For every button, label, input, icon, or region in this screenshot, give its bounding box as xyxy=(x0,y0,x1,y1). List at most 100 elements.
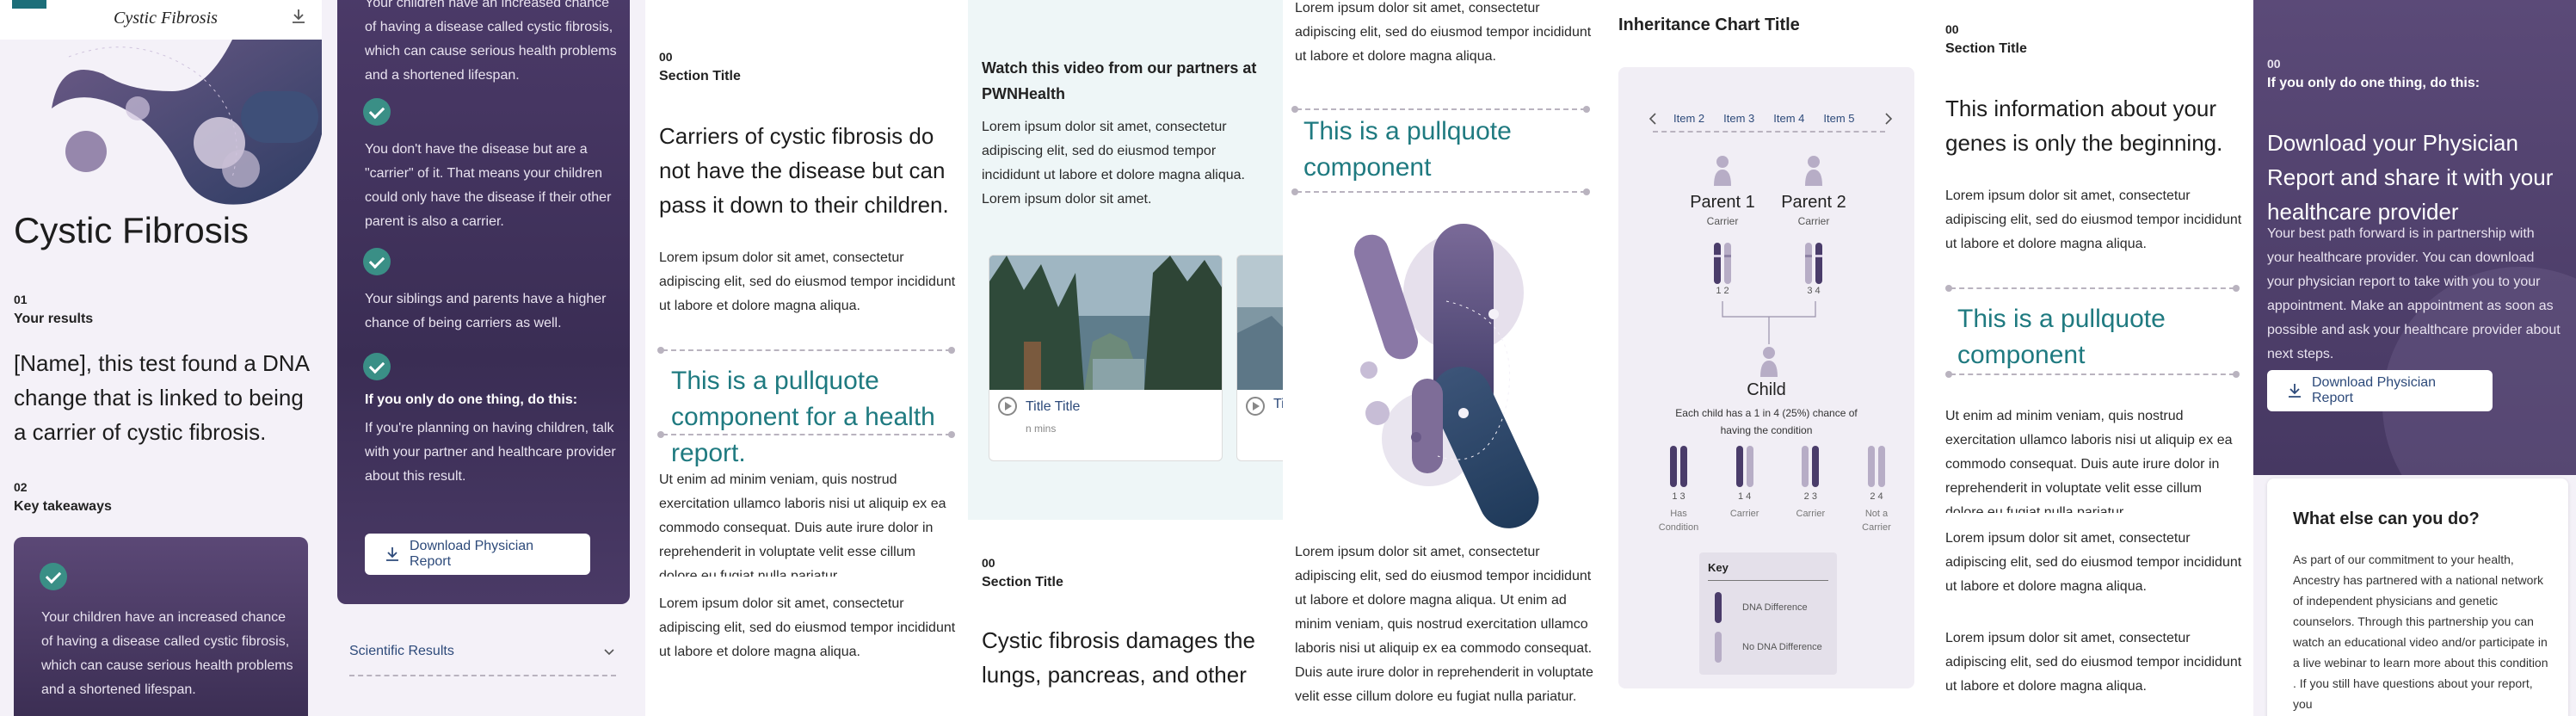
parent-role: Carrier xyxy=(1797,215,1830,227)
person-icon xyxy=(1805,156,1822,186)
video-card[interactable]: Title Title n mins xyxy=(989,255,1223,461)
tab-item[interactable]: Item 3 xyxy=(1723,112,1754,125)
chromosome-illustration xyxy=(1354,224,1539,528)
download-icon xyxy=(386,547,398,561)
divider-dot xyxy=(948,347,955,354)
one-thing-title: If you only do one thing, do this: xyxy=(365,392,578,407)
allele-label: 1 3 xyxy=(1672,491,1685,502)
panel-section-carriers: 00 Section Title Carriers of cystic fibr… xyxy=(645,0,968,716)
paragraph: Lorem ipsum dolor sit amet, consectetur … xyxy=(659,596,956,659)
tab-item[interactable]: Item 2 xyxy=(1673,112,1704,125)
chevron-left-icon[interactable] xyxy=(1648,112,1658,126)
section-number: 00 xyxy=(2267,57,2281,71)
video-card[interactable]: Title xyxy=(1236,255,1283,461)
cta-section: 00 If you only do one thing, do this: Do… xyxy=(2253,0,2576,475)
chart-key: Key DNA Difference No DNA Difference xyxy=(1699,552,1837,675)
video-thumbnail xyxy=(1237,256,1283,390)
divider xyxy=(1950,373,2234,375)
outcome-label: Carrier xyxy=(1796,509,1826,519)
divider xyxy=(1297,191,1586,193)
divider-dot xyxy=(1291,188,1298,195)
chromosome-pair-icon xyxy=(1805,243,1822,284)
key-label: DNA Difference xyxy=(1742,602,1808,613)
section-number: 02 xyxy=(14,480,28,494)
video-description: Lorem ipsum dolor sit amet, consectetur … xyxy=(982,120,1245,207)
section-title: Section Title xyxy=(982,575,1063,589)
allele-label: 1 2 xyxy=(1716,286,1729,296)
tab-list: Item 2 Item 3 Item 4 Item 5 xyxy=(1673,112,1855,125)
paragraph: Lorem ipsum dolor sit amet, consectetur … xyxy=(1945,531,2242,594)
what-else-card: What else can you do? As part of our com… xyxy=(2267,478,2568,716)
video-title: Title xyxy=(1273,397,1283,411)
button-label: Download Physician Report xyxy=(410,539,534,569)
person-icon xyxy=(1760,347,1778,377)
child-outcome: 1 4 Carrier xyxy=(1719,446,1771,534)
paragraph: Lorem ipsum dolor sit amet, consectetur … xyxy=(1295,1,1592,64)
chromosome-pair-icon xyxy=(1802,446,1820,487)
key-takeaways-card: Your children have an increased chance o… xyxy=(337,0,630,604)
outcome-label: Not a Carrier xyxy=(1862,509,1891,533)
outcome-label: Carrier xyxy=(1729,509,1759,519)
chevron-down-icon xyxy=(604,649,614,656)
download-physician-report-button[interactable]: Download Physician Report xyxy=(2267,370,2493,411)
divider xyxy=(1950,287,2234,289)
section-number: 00 xyxy=(982,556,995,570)
child-outcome: 2 4 Not a Carrier xyxy=(1851,446,1902,534)
takeaway-text: Your children have an increased chance o… xyxy=(365,0,617,83)
divider xyxy=(1708,580,1828,581)
download-physician-report-button[interactable]: Download Physician Report xyxy=(365,534,590,575)
divider-dot xyxy=(1291,106,1298,113)
divider-dot xyxy=(1583,188,1590,195)
divider xyxy=(1297,108,1586,110)
hero-illustration xyxy=(52,40,322,205)
paragraph: Ut enim ad minim veniam, quis nostrud ex… xyxy=(659,472,946,577)
person-icon xyxy=(1714,156,1731,186)
cta-eyebrow: If you only do one thing, do this: xyxy=(2267,76,2480,90)
tab-item[interactable]: Item 5 xyxy=(1823,112,1854,125)
paragraph: Ut enim ad minim veniam, quis nostrud ex… xyxy=(1945,409,2233,513)
panel-results-intro: Cystic Fibrosis Cystic Fibrosis 01 Your … xyxy=(0,0,322,716)
paragraph: Lorem ipsum dolor sit amet, consectetur … xyxy=(1295,545,1593,704)
key-label: No DNA Difference xyxy=(1742,642,1822,652)
dna-difference-swatch xyxy=(1715,592,1722,623)
chromosome-pair-icon xyxy=(1670,446,1687,487)
divider xyxy=(662,434,951,435)
card-text: As part of our commitment to your health… xyxy=(2293,552,2548,711)
chart-title: Inheritance Chart Title xyxy=(1618,15,1800,34)
children-outcomes: 1 3 Has Condition 1 4 Carrier 2 3 Carrie… xyxy=(1653,446,1902,534)
divider-dot xyxy=(2233,285,2240,292)
page-title: Cystic Fibrosis xyxy=(14,210,250,250)
section-lead: Cystic fibrosis damages the lungs, pancr… xyxy=(982,627,1255,688)
card-title: What else can you do? xyxy=(2293,509,2480,528)
section-title: Section Title xyxy=(1945,41,2027,56)
video-thumbnail xyxy=(989,256,1222,390)
chromosome-pair-icon xyxy=(1714,243,1731,284)
divider-dot xyxy=(1945,285,1952,292)
divider-dot xyxy=(657,431,664,438)
paragraph: Lorem ipsum dolor sit amet, consectetur … xyxy=(1945,188,2242,251)
takeaway-text: Your siblings and parents have a higher … xyxy=(365,292,607,330)
pullquote: This is a pullquote component xyxy=(1957,305,2166,369)
paragraph: Lorem ipsum dolor sit amet, consectetur … xyxy=(659,250,956,313)
chevron-right-icon[interactable] xyxy=(1883,112,1894,126)
scientific-results-accordion[interactable]: Scientific Results xyxy=(349,644,616,659)
check-icon xyxy=(40,563,67,590)
tab-item[interactable]: Item 4 xyxy=(1773,112,1804,125)
paragraph: Lorem ipsum dolor sit amet, consectetur … xyxy=(1945,631,2242,694)
check-icon xyxy=(363,248,391,275)
section-lead: Carriers of cystic fibrosis do not have … xyxy=(659,123,949,218)
child-name: Child xyxy=(1747,380,1786,399)
pullquote: This is a pullquote component for a heal… xyxy=(671,367,935,467)
inheritance-chart-card: Item 2 Item 3 Item 4 Item 5 Parent 1 Car… xyxy=(1618,67,1914,688)
child-note: Each child has a 1 in 4 (25%) chance of … xyxy=(1675,407,1858,436)
result-summary: [Name], this test found a DNA change tha… xyxy=(14,350,309,445)
section-title: Your results xyxy=(14,312,94,326)
takeaway-text: Your children have an increased chance o… xyxy=(41,610,293,697)
divider xyxy=(1653,131,1885,133)
section-lead: This information about your genes is onl… xyxy=(1945,96,2223,156)
play-icon xyxy=(998,397,1017,416)
video-duration: n mins xyxy=(1026,423,1057,435)
divider xyxy=(662,349,951,351)
download-icon[interactable] xyxy=(289,7,308,26)
download-icon xyxy=(2289,384,2301,398)
